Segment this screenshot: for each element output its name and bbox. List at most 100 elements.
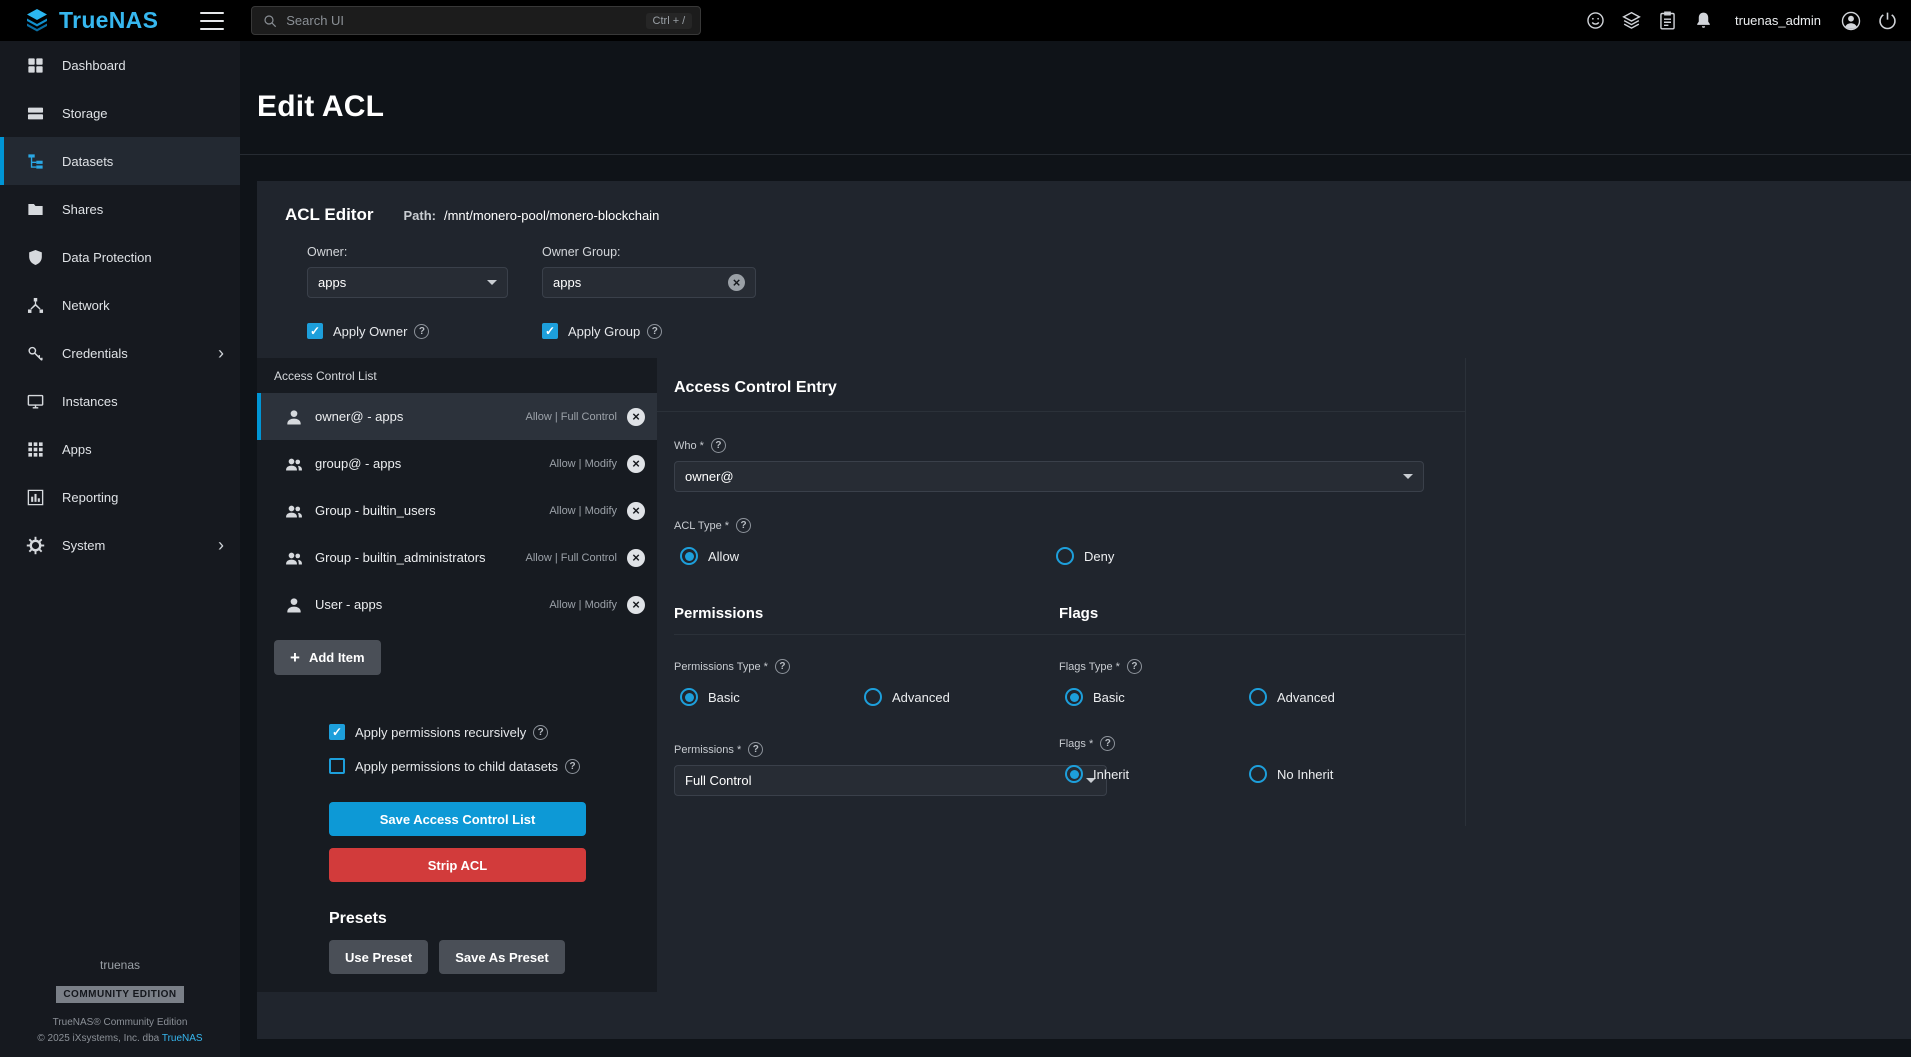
permissions-flags-section: Permissions Flags Permissions Type * ? bbox=[674, 605, 1465, 796]
truenas-logo[interactable]: TrueNAS bbox=[0, 7, 158, 34]
flags-label: Flags * bbox=[1059, 738, 1093, 750]
radio-no-inherit[interactable]: No Inherit bbox=[1249, 765, 1333, 783]
header-divider bbox=[240, 154, 1911, 155]
radio-flags-basic[interactable]: Basic bbox=[1065, 688, 1249, 706]
permissions-select[interactable]: Full Control bbox=[674, 765, 1107, 796]
sidebar-item-label: Apps bbox=[62, 442, 92, 457]
acl-entry-row[interactable]: Group - builtin_users Allow | Modify × bbox=[257, 487, 657, 534]
checklist-clipboard-button[interactable] bbox=[1657, 10, 1678, 31]
permissions-label: Permissions * bbox=[674, 744, 741, 756]
logo-text: TrueNAS bbox=[59, 7, 158, 34]
remove-entry-icon[interactable]: × bbox=[627, 549, 645, 567]
help-icon[interactable]: ? bbox=[533, 725, 548, 740]
feedback-smiley-button[interactable] bbox=[1585, 10, 1606, 31]
shares-folder-icon bbox=[26, 200, 46, 219]
child-datasets-checkbox-row[interactable]: Apply permissions to child datasets ? bbox=[329, 757, 586, 775]
search-shortcut-hint: Ctrl + / bbox=[646, 13, 693, 29]
sidebar-item-network[interactable]: Network bbox=[0, 281, 240, 329]
sidebar-item-dashboard[interactable]: Dashboard bbox=[0, 41, 240, 89]
flags-label-row: Flags * ? bbox=[1059, 736, 1465, 751]
search-input[interactable] bbox=[286, 13, 645, 28]
recursive-checkbox-row[interactable]: ✓ Apply permissions recursively ? bbox=[329, 723, 586, 741]
key-icon bbox=[26, 344, 46, 363]
acl-entry-row[interactable]: Group - builtin_administrators Allow | F… bbox=[257, 534, 657, 581]
radio-flags-advanced[interactable]: Advanced bbox=[1249, 688, 1335, 706]
radio-deny[interactable]: Deny bbox=[1056, 547, 1114, 565]
sidebar-item-shares[interactable]: Shares bbox=[0, 185, 240, 233]
who-select[interactable]: owner@ bbox=[674, 461, 1424, 492]
help-icon[interactable]: ? bbox=[711, 438, 726, 453]
remove-entry-icon[interactable]: × bbox=[627, 502, 645, 520]
chevron-right-icon: › bbox=[218, 344, 224, 362]
gear-icon bbox=[26, 536, 46, 555]
sidebar-item-reporting[interactable]: Reporting bbox=[0, 473, 240, 521]
radio-selected-icon bbox=[1065, 688, 1083, 706]
sidebar-item-storage[interactable]: Storage bbox=[0, 89, 240, 137]
help-icon[interactable]: ? bbox=[1127, 659, 1142, 674]
acl-editor-title: ACL Editor bbox=[285, 205, 373, 225]
help-icon[interactable]: ? bbox=[414, 324, 429, 339]
apply-group-label: Apply Group bbox=[568, 324, 640, 339]
remove-entry-icon[interactable]: × bbox=[627, 408, 645, 426]
acl-entry-row[interactable]: User - apps Allow | Modify × bbox=[257, 581, 657, 628]
sidebar-item-datasets[interactable]: Datasets bbox=[0, 137, 240, 185]
power-button[interactable] bbox=[1877, 10, 1898, 31]
radio-inherit[interactable]: Inherit bbox=[1065, 765, 1249, 783]
owner-group-input[interactable] bbox=[553, 275, 703, 290]
remove-entry-icon[interactable]: × bbox=[627, 596, 645, 614]
truenas-link[interactable]: TrueNAS bbox=[162, 1033, 203, 1044]
acl-entry-name: Group - builtin_users bbox=[315, 503, 436, 518]
menu-toggle-icon[interactable] bbox=[200, 12, 224, 30]
permissions-column: Permissions Type * ? Basic bbox=[674, 635, 1059, 796]
remove-entry-icon[interactable]: × bbox=[627, 455, 645, 473]
help-icon[interactable]: ? bbox=[565, 759, 580, 774]
save-acl-button[interactable]: Save Access Control List bbox=[329, 802, 586, 836]
add-item-button[interactable]: + Add Item bbox=[274, 640, 381, 675]
path-label: Path: bbox=[403, 208, 436, 223]
help-icon[interactable]: ? bbox=[1100, 736, 1115, 751]
help-icon[interactable]: ? bbox=[775, 659, 790, 674]
sidebar-item-system[interactable]: System › bbox=[0, 521, 240, 569]
acl-entry-name: owner@ - apps bbox=[315, 409, 403, 424]
radio-label: Advanced bbox=[1277, 690, 1335, 705]
save-as-preset-button[interactable]: Save As Preset bbox=[439, 940, 564, 974]
radio-label: Inherit bbox=[1093, 767, 1129, 782]
radio-permissions-advanced[interactable]: Advanced bbox=[864, 688, 950, 706]
permissions-type-label: Permissions Type * bbox=[674, 661, 768, 673]
sidebar-item-apps[interactable]: Apps bbox=[0, 425, 240, 473]
flags-radio-group: Inherit No Inherit bbox=[1059, 765, 1465, 783]
shield-icon bbox=[26, 248, 46, 267]
sidebar-item-instances[interactable]: Instances bbox=[0, 377, 240, 425]
strip-acl-button[interactable]: Strip ACL bbox=[329, 848, 586, 882]
radio-allow[interactable]: Allow bbox=[680, 547, 1056, 565]
acl-entry-row[interactable]: group@ - apps Allow | Modify × bbox=[257, 440, 657, 487]
apply-group-checkbox-row[interactable]: ✓ Apply Group ? bbox=[542, 322, 662, 340]
radio-permissions-basic[interactable]: Basic bbox=[680, 688, 864, 706]
chevron-down-icon bbox=[487, 280, 497, 285]
sidebar-item-credentials[interactable]: Credentials › bbox=[0, 329, 240, 377]
permissions-select-value: Full Control bbox=[685, 773, 751, 788]
sidebar-item-label: Datasets bbox=[62, 154, 113, 169]
acl-entry-row[interactable]: owner@ - apps Allow | Full Control × bbox=[257, 393, 657, 440]
jobs-layers-button[interactable] bbox=[1621, 10, 1642, 31]
help-icon[interactable]: ? bbox=[748, 742, 763, 757]
search-box[interactable]: Ctrl + / bbox=[251, 6, 701, 35]
apply-owner-checkbox-row[interactable]: ✓ Apply Owner ? bbox=[307, 322, 542, 340]
help-icon[interactable]: ? bbox=[647, 324, 662, 339]
owner-select-value: apps bbox=[318, 275, 346, 290]
owner-select[interactable]: apps bbox=[307, 267, 508, 298]
sidebar-item-data-protection[interactable]: Data Protection bbox=[0, 233, 240, 281]
user-icon bbox=[284, 595, 304, 615]
clear-input-icon[interactable]: × bbox=[728, 274, 745, 291]
checkbox-unchecked-icon bbox=[329, 758, 345, 774]
help-icon[interactable]: ? bbox=[736, 518, 751, 533]
acl-entry-name: Group - builtin_administrators bbox=[315, 550, 486, 565]
sidebar-item-label: Shares bbox=[62, 202, 103, 217]
use-preset-button[interactable]: Use Preset bbox=[329, 940, 428, 974]
user-avatar-button[interactable] bbox=[1840, 10, 1862, 32]
sidebar-nav: Dashboard Storage Datasets Shares Data P… bbox=[0, 41, 240, 569]
notifications-bell-button[interactable] bbox=[1693, 10, 1714, 31]
bar-chart-icon bbox=[26, 488, 46, 507]
logged-in-username: truenas_admin bbox=[1735, 13, 1821, 28]
sidebar-item-label: Credentials bbox=[62, 346, 128, 361]
